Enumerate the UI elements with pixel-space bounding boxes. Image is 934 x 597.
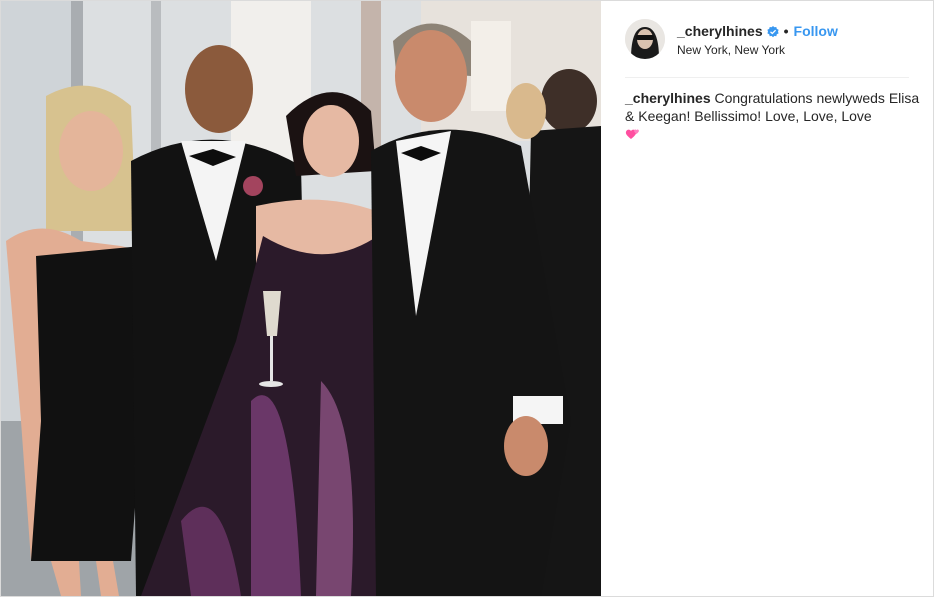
post-header: _cherylhines • Follow New York, New York — [625, 15, 913, 63]
user-avatar[interactable] — [625, 19, 665, 59]
location-link[interactable]: New York, New York — [677, 43, 838, 57]
caption-username-link[interactable]: _cherylhines — [625, 90, 711, 106]
username-link[interactable]: _cherylhines — [677, 23, 763, 39]
wedding-group-photo — [1, 1, 601, 596]
verified-badge-icon — [767, 25, 779, 38]
two-hearts-icon — [625, 127, 641, 141]
header-text: _cherylhines • Follow New York, New York — [677, 21, 838, 57]
instagram-post: _cherylhines • Follow New York, New York… — [0, 0, 934, 597]
follow-button[interactable]: Follow — [794, 23, 838, 39]
post-side-panel: _cherylhines • Follow New York, New York… — [601, 1, 933, 596]
header-row: _cherylhines • Follow — [677, 21, 838, 41]
separator-dot: • — [783, 23, 789, 39]
divider — [625, 77, 909, 78]
post-caption: _cherylhines Congratulations newlyweds E… — [625, 89, 925, 143]
avatar-image-icon — [625, 19, 665, 59]
post-photo[interactable] — [1, 1, 601, 596]
